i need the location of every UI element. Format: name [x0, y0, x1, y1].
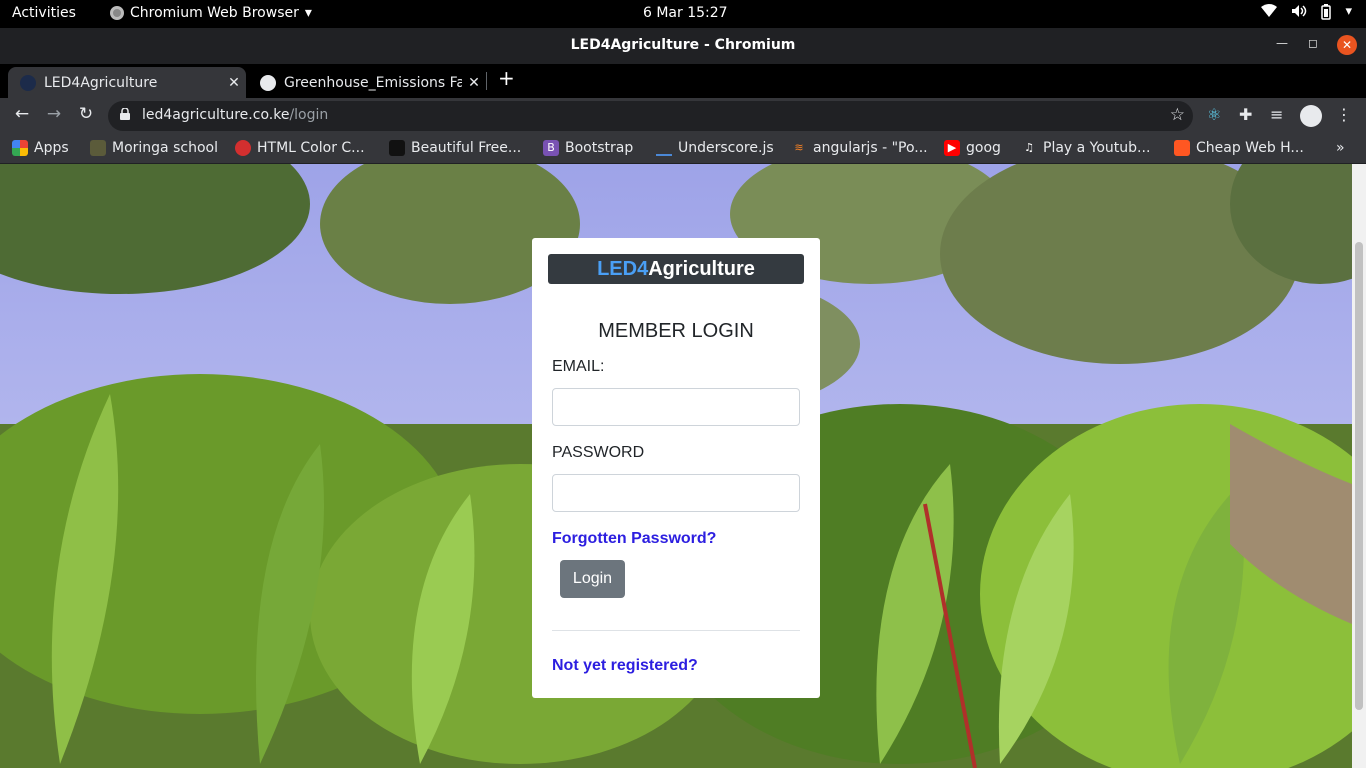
- bookmark-label: angularjs - "Po...: [813, 140, 928, 156]
- bookmark-underscore[interactable]: Underscore.js: [656, 140, 774, 156]
- password-label: PASSWORD: [552, 444, 645, 461]
- address-bar[interactable]: led4agriculture.co.ke/login ☆: [108, 101, 1193, 131]
- lock-icon: [120, 108, 130, 120]
- bookmark-play-youtube[interactable]: ♫ Play a Youtub...: [1021, 140, 1150, 156]
- system-tray[interactable]: ▾: [1261, 4, 1352, 24]
- chromium-icon: [110, 6, 124, 20]
- divider: [552, 630, 800, 631]
- bootstrap-icon: B: [543, 140, 559, 156]
- back-arrow-icon[interactable]: ←: [10, 104, 34, 124]
- bookmark-label: Cheap Web H...: [1196, 140, 1304, 156]
- tab-label: Greenhouse_Emissions Fa: [284, 74, 462, 91]
- extensions-puzzle-icon[interactable]: ✚: [1239, 105, 1252, 124]
- bookmark-moringa-school[interactable]: Moringa school: [90, 140, 218, 156]
- register-link[interactable]: Not yet registered?: [552, 657, 698, 675]
- bookmark-cheap-web-hosting[interactable]: Cheap Web H...: [1174, 140, 1304, 156]
- new-tab-plus-icon[interactable]: +: [498, 66, 515, 90]
- bookmark-label: HTML Color C...: [257, 140, 365, 156]
- bookmark-html-color[interactable]: HTML Color C...: [235, 140, 365, 156]
- volume-icon: [1291, 4, 1307, 24]
- page-viewport: LED4Agriculture MEMBER LOGIN EMAIL: PASS…: [0, 164, 1366, 768]
- close-tab-icon[interactable]: ✕: [222, 75, 246, 91]
- bookmark-star-icon[interactable]: ☆: [1170, 105, 1185, 125]
- bookmarks-overflow-icon[interactable]: »: [1336, 140, 1345, 156]
- bookmark-label: Moringa school: [112, 140, 218, 156]
- more-menu-icon[interactable]: ⋮: [1336, 105, 1352, 124]
- minimize-icon[interactable]: —: [1276, 36, 1288, 50]
- hosting-icon: [1174, 140, 1190, 156]
- app-menu[interactable]: Chromium Web Browser ▾: [110, 5, 312, 21]
- chevron-down-icon: ▾: [304, 5, 312, 21]
- bookmark-label: Beautiful Free...: [411, 140, 522, 156]
- moringa-icon: [90, 140, 106, 156]
- tab-led4agriculture[interactable]: LED4Agriculture ✕: [8, 67, 246, 98]
- html-color-icon: [235, 140, 251, 156]
- tab-strip: LED4Agriculture ✕ Greenhouse_Emissions F…: [0, 64, 1366, 98]
- login-card: LED4Agriculture MEMBER LOGIN EMAIL: PASS…: [532, 238, 820, 698]
- login-title: MEMBER LOGIN: [598, 320, 754, 342]
- url-text: led4agriculture.co.ke/login: [142, 107, 328, 123]
- password-field[interactable]: [552, 474, 800, 512]
- led4-favicon-icon: [20, 74, 36, 91]
- close-window-icon[interactable]: ✕: [1337, 35, 1357, 55]
- forgot-password-link[interactable]: Forgotten Password?: [552, 530, 716, 548]
- media-queue-icon[interactable]: ≡: [1270, 105, 1283, 124]
- brand-logo: LED4Agriculture: [548, 254, 804, 284]
- window-title-bar: LED4Agriculture - Chromium — ◻ ✕: [0, 28, 1366, 64]
- battery-icon: [1321, 4, 1332, 24]
- page-scrollbar[interactable]: [1352, 164, 1366, 768]
- youtube-icon: ▶: [944, 140, 960, 156]
- bookmark-beautiful-free[interactable]: Beautiful Free...: [389, 140, 521, 156]
- tab-greenhouse-emissions[interactable]: Greenhouse_Emissions Fa ✕: [248, 67, 486, 98]
- bookmark-label: Apps: [34, 140, 69, 156]
- activities-button[interactable]: Activities: [12, 5, 76, 21]
- stackoverflow-icon: ≋: [794, 141, 804, 154]
- music-note-icon: ♫: [1024, 141, 1034, 154]
- clock[interactable]: 6 Mar 15:27: [643, 5, 728, 21]
- bookmark-apps[interactable]: Apps: [12, 140, 69, 156]
- bookmark-label: Underscore.js: [678, 140, 774, 156]
- tab-divider: [486, 72, 487, 90]
- close-tab-icon[interactable]: ✕: [462, 75, 486, 91]
- url-host: led4agriculture.co.ke: [142, 107, 290, 123]
- tab-label: LED4Agriculture: [44, 74, 158, 91]
- profile-avatar-icon[interactable]: [1300, 105, 1322, 127]
- scrollbar-thumb[interactable]: [1355, 242, 1363, 710]
- brand-led4: LED4: [597, 258, 649, 280]
- brand-agriculture: Agriculture: [648, 258, 755, 280]
- globe-icon: [260, 74, 276, 91]
- url-path: /login: [289, 107, 329, 123]
- beautiful-free-icon: [389, 140, 405, 156]
- bookmark-label: goog: [966, 140, 1001, 156]
- bookmark-label: Play a Youtub...: [1043, 140, 1151, 156]
- bookmark-angularjs[interactable]: ≋ angularjs - "Po...: [791, 140, 928, 156]
- system-top-bar: Activities Chromium Web Browser ▾ 6 Mar …: [0, 0, 1366, 28]
- system-menu-chevron-icon: ▾: [1345, 4, 1352, 19]
- reload-icon[interactable]: ↻: [74, 104, 98, 124]
- apps-grid-icon: [12, 140, 28, 156]
- react-devtools-icon[interactable]: ⚛: [1207, 105, 1221, 124]
- bookmarks-bar: Apps Moringa school HTML Color C... Beau…: [0, 134, 1366, 164]
- login-button[interactable]: Login: [560, 560, 625, 598]
- app-menu-label: Chromium Web Browser: [130, 5, 299, 21]
- forward-arrow-icon[interactable]: →: [42, 104, 66, 124]
- bookmark-bootstrap[interactable]: B Bootstrap: [543, 140, 633, 156]
- bookmark-label: Bootstrap: [565, 140, 634, 156]
- email-label: EMAIL:: [552, 358, 605, 375]
- wifi-icon: [1261, 4, 1278, 24]
- underscore-icon: [656, 140, 672, 156]
- email-field[interactable]: [552, 388, 800, 426]
- browser-toolbar: ← → ↻ led4agriculture.co.ke/login ☆ ⚛ ✚ …: [0, 98, 1366, 134]
- maximize-icon[interactable]: ◻: [1308, 36, 1318, 50]
- window-title: LED4Agriculture - Chromium: [570, 37, 796, 53]
- bookmark-goog[interactable]: ▶ goog: [944, 140, 1001, 156]
